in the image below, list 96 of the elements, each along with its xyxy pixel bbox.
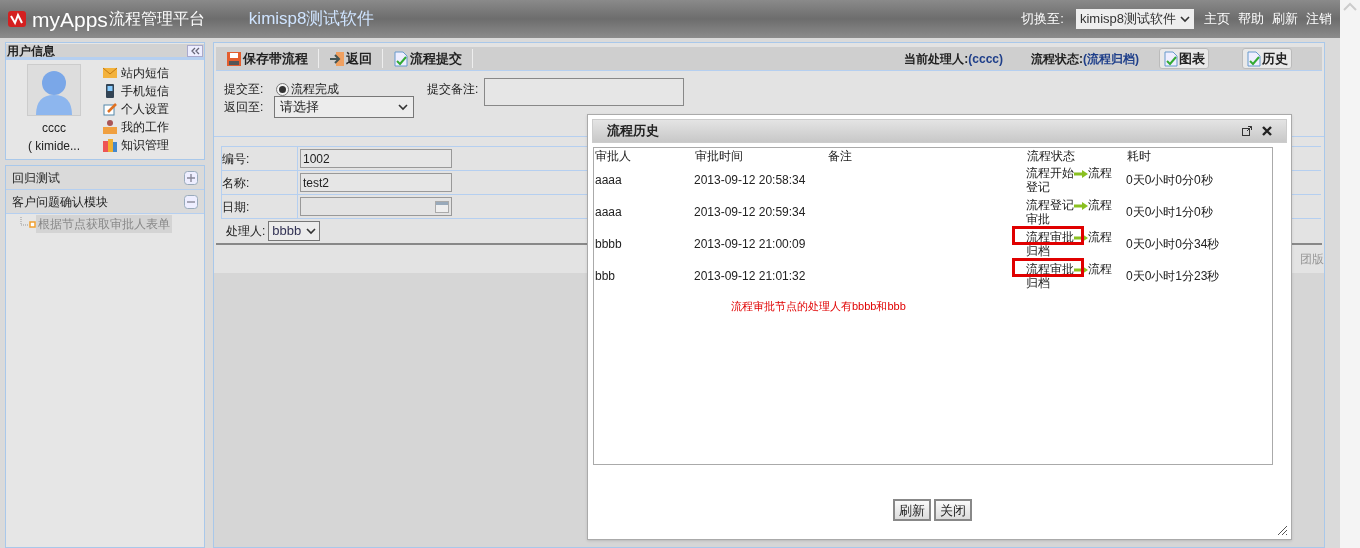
platform-title: 流程管理平台 [108,9,205,29]
column-header: 审批时间 [694,148,744,165]
table-cell-text: 0天0小时0分0秒 [1126,172,1214,189]
column-header: 耗时 [1126,148,1152,165]
current-handler-text: 当前处理人:(cccc) [904,50,1003,68]
field-label: 编号: [222,147,298,170]
document-check-icon [1246,50,1262,67]
save-icon [226,50,242,67]
column-header: 审批人 [594,148,632,165]
chevron-down-icon [398,103,408,111]
form-label: 返回至: [224,99,265,116]
user-menu-link[interactable]: 站内短信 [102,64,169,82]
user-menu-link[interactable]: 知识管理 [102,136,169,154]
arrow-right-icon [1074,169,1088,178]
status-cell-text: 流程开始 流程登记 [1026,166,1113,194]
logo-icon [6,8,28,30]
dialog-button[interactable]: 刷新 [893,499,931,521]
calendar-icon [435,200,449,213]
form-label: 提交至: [224,81,265,98]
minus-icon [184,194,198,209]
form-label: 提交备注: [427,81,479,98]
header-link[interactable]: 帮助 [1238,9,1264,29]
table-cell-text: 0天0小时1分0秒 [1126,204,1214,221]
handler-dropdown[interactable]: bbbb [268,221,321,241]
document-check-icon [1163,50,1179,67]
status-cell: 流程审批 流程归档 [1026,262,1126,290]
toolbar-button[interactable]: 保存带流程 [226,48,319,69]
double-chevron-left-icon [190,46,200,55]
close-icon [1262,126,1272,136]
table-cell-text: bbb [594,268,617,285]
app-switch-dropdown[interactable]: kimisp8测试软件 [1075,9,1194,29]
annotation-text: 流程审批节点的处理人有bbbb和bbb [731,299,906,314]
header-link[interactable]: 主页 [1204,9,1230,29]
module-header[interactable]: 回归测试 [6,166,204,190]
user-menu-link[interactable]: 手机短信 [102,82,169,100]
user-menu-link[interactable]: 我的工作 [102,118,169,136]
text-field[interactable]: 1002 [300,149,452,168]
arrow-right-icon [1074,201,1088,210]
column-header: 流程状态 [1026,148,1076,165]
form-label: 处理人: [226,223,266,240]
pencil-note-icon [102,101,118,117]
user-name: cccc [42,120,66,137]
user-org: ( kimide... [28,138,80,155]
process-status-text: 流程状态:(流程归档) [1031,50,1139,68]
toolbar-button[interactable]: 返回 [329,48,383,69]
toolbar-button[interactable]: 流程提交 [393,48,473,69]
remark-field[interactable] [484,78,685,106]
books-icon [102,137,118,153]
table-cell-text: aaaa [594,204,623,221]
dialog-title: 流程历史 [607,122,660,141]
table-cell-text: 2013-09-12 21:00:09 [694,236,807,253]
toolbar-button[interactable]: 历史 [1242,48,1292,69]
scrollbar[interactable] [1340,0,1360,548]
table-cell-text: 0天0小时0分34秒 [1126,236,1221,253]
door-arrow-icon [329,50,345,67]
table-cell-text: aaaa [594,172,623,189]
column-header: 备注 [827,148,853,165]
table-cell-text: 0天0小时1分23秒 [1126,268,1221,285]
header-link[interactable]: 注销 [1306,9,1332,29]
header-link[interactable]: 刷新 [1272,9,1298,29]
radio-option[interactable]: 流程完成 [276,80,339,98]
text-field[interactable]: test2 [300,173,452,192]
close-button[interactable] [1262,126,1272,136]
dialog-button[interactable]: 关闭 [934,499,972,521]
return-to-dropdown[interactable]: 请选择 [274,96,414,118]
popout-icon [1242,126,1252,136]
switch-label: 切换至: [1021,10,1064,29]
resize-grip-icon[interactable] [1276,524,1288,536]
status-cell-text: 流程登记 流程审批 [1026,198,1113,226]
scroll-up-icon [1343,2,1357,12]
table-cell-text: 2013-09-12 20:58:34 [694,172,807,189]
collapse-button[interactable] [187,44,203,57]
plus-icon [184,170,198,185]
module-header[interactable]: 客户问题确认模块 [6,190,204,214]
popout-button[interactable] [1242,126,1252,136]
chevron-down-icon [1180,15,1190,23]
table-cell-text: bbbb [594,236,623,253]
user-menu-link[interactable]: 个人设置 [102,100,169,118]
document-check-icon [393,50,409,67]
status-cell: 流程审批 流程归档 [1026,230,1126,258]
arrow-right-icon [1074,233,1088,242]
toolbar-button[interactable]: 图表 [1159,48,1209,69]
person-folder-icon [102,119,118,135]
arrow-right-icon [1074,265,1088,274]
field-label: 名称: [222,171,298,194]
field-label: 日期: [222,195,298,218]
table-cell-text: 2013-09-12 21:01:32 [694,268,807,285]
tree-connector-icon [20,217,36,231]
date-field[interactable] [300,197,452,216]
app-name: kimisp8测试软件 [248,8,375,31]
panel-title: 用户信息 [6,42,55,60]
table-cell-text: 2013-09-12 20:59:34 [694,204,807,221]
mail-icon [102,65,118,81]
brand-name: myApps [32,8,108,30]
edition-text: 团版 [1300,251,1324,268]
chevron-down-icon [306,227,317,235]
